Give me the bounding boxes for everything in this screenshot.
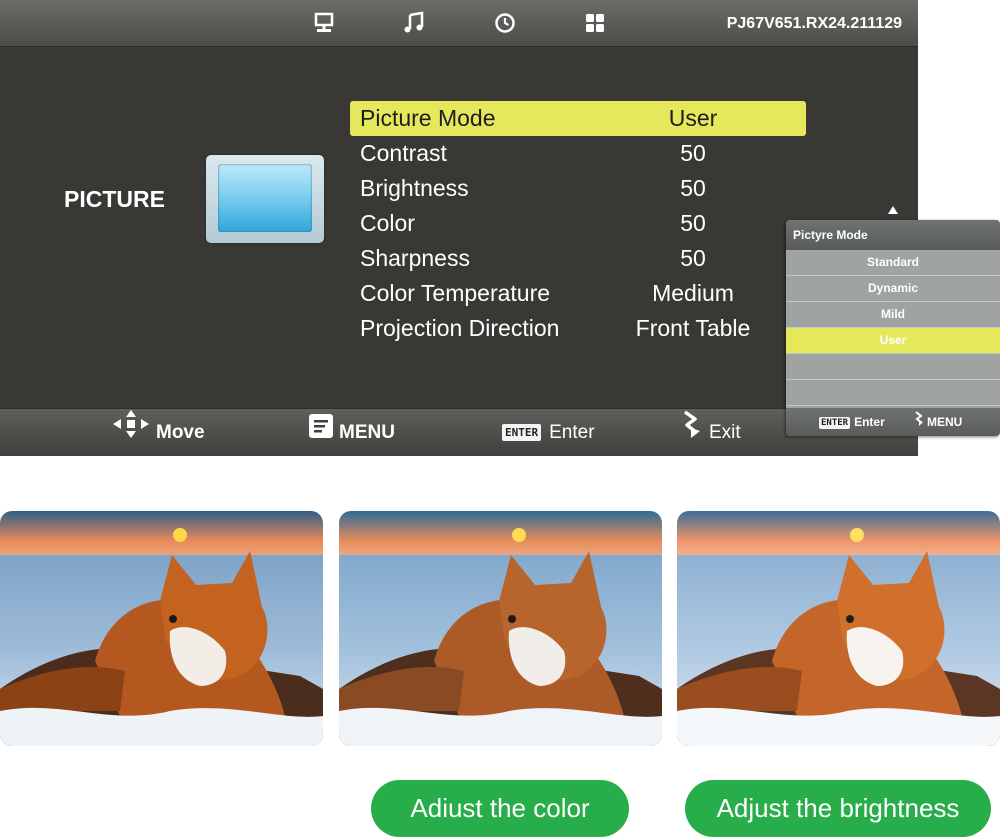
move-label: Move [156,422,205,444]
menu-icon [309,409,333,456]
menu-item-value: Front Table [635,315,751,341]
exit-return-icon [681,409,703,457]
clock-icon[interactable] [493,11,517,35]
exit-hint[interactable]: Exit [681,409,741,456]
picture-mode-popup: Pictyre Mode Standard Dynamic Mild User … [786,220,1000,436]
menu-item-label: Projection Direction [360,315,560,341]
menu-item-label: Brightness [360,175,469,201]
firmware-version: PJ67V651.RX24.211129 [726,15,902,32]
fox-photo-brightness-adjusted [677,511,1000,746]
enter-label: Enter [549,422,595,443]
enter-key-icon: ENTER [502,424,542,442]
popup-option-dynamic[interactable]: Dynamic [786,276,1000,302]
exit-label: Exit [709,422,741,444]
menu-item-brightness[interactable]: Brightness 50 [350,171,806,206]
popup-empty-slot [786,354,1000,380]
section-title: PICTURE [64,186,165,212]
top-bar: PJ67V651.RX24.211129 [0,0,918,47]
menu-item-label: Sharpness [360,245,470,271]
move-hint[interactable]: Move [112,409,205,456]
popup-enter-hint[interactable]: ENTER Enter [819,408,885,436]
popup-option-user[interactable]: User [786,328,1000,354]
popup-option-standard[interactable]: Standard [786,250,1000,276]
menu-item-value: 50 [680,245,706,271]
picture-settings-menu: Picture Mode User Contrast 50 Brightness… [350,101,806,346]
menu-item-value: 50 [680,175,706,201]
adjust-brightness-button[interactable]: Adjust the brightness [685,780,991,837]
apps-icon[interactable] [583,11,607,35]
return-icon [914,409,924,436]
enter-key-icon: ENTER [819,416,851,429]
popup-title: Pictyre Mode [786,220,1000,250]
fox-photo-original [0,511,323,746]
menu-item-contrast[interactable]: Contrast 50 [350,136,806,171]
scroll-up-icon[interactable] [888,206,898,214]
menu-item-color-temperature[interactable]: Color Temperature Medium [350,276,806,311]
move-arrows-icon [112,409,150,457]
menu-item-label: Contrast [360,140,447,166]
popup-menu-label: MENU [927,415,963,429]
menu-item-label: Color Temperature [360,280,551,306]
adjust-color-button[interactable]: Adiust the color [371,780,629,837]
menu-item-projection-direction[interactable]: Projection Direction Front Table [350,311,806,346]
music-icon[interactable] [402,11,426,35]
popup-menu-hint[interactable]: MENU [914,408,962,436]
menu-label: MENU [339,422,395,443]
popup-option-mild[interactable]: Mild [786,302,1000,328]
popup-enter-label: Enter [854,415,885,429]
menu-hint[interactable]: MENU [309,409,395,456]
menu-item-sharpness[interactable]: Sharpness 50 [350,241,806,276]
popup-empty-slot [786,380,1000,406]
menu-item-label: Color [360,210,415,236]
network-icon[interactable] [312,11,336,35]
osd-menu-panel: PJ67V651.RX24.211129 PICTURE Picture Mod… [0,0,918,456]
popup-footer: ENTER Enter MENU [786,408,1000,436]
menu-item-picture-mode[interactable]: Picture Mode User [350,101,806,136]
enter-hint[interactable]: ENTER Enter [502,409,595,456]
picture-tv-icon [206,155,324,243]
fox-photo-color-adjusted [339,511,662,746]
menu-item-value: 50 [680,140,706,166]
menu-item-label: Picture Mode [360,105,496,131]
menu-item-value: Medium [652,280,734,306]
menu-item-value: 50 [680,210,706,236]
menu-item-color[interactable]: Color 50 [350,206,806,241]
bottom-hint-bar: Move MENU ENTER Enter Exit [0,408,918,456]
menu-item-value: User [668,105,718,131]
